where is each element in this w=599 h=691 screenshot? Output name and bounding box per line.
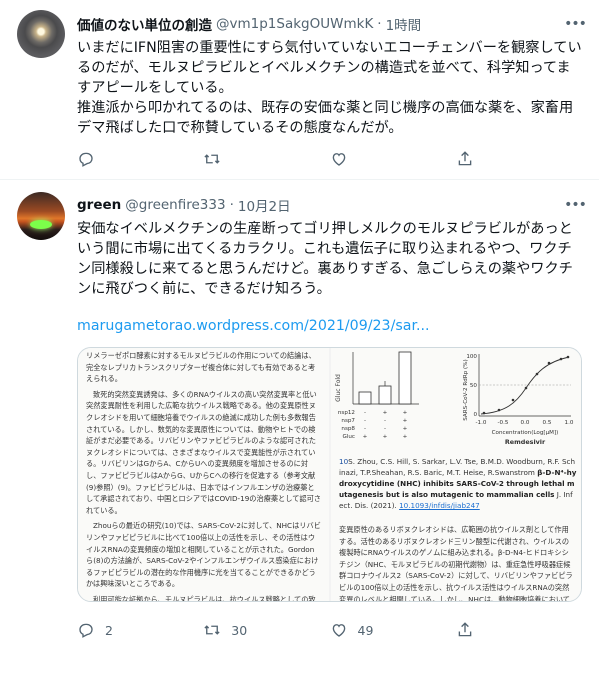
bar-row-sign: + [403, 434, 408, 440]
curve-ytick: 50 [470, 383, 478, 389]
curve-point [559, 357, 563, 361]
retweet-button[interactable] [203, 150, 329, 168]
article-paragraph: 致死的突然変異誘発は、多くのRNAウイルスの高い突然変異率と低い突然変異耐性を利… [86, 389, 321, 515]
curve-xtick: 1.0 [565, 420, 574, 426]
like-count: 49 [357, 622, 374, 638]
share-button[interactable] [456, 621, 582, 639]
like-button[interactable] [330, 150, 456, 168]
article-paragraph: リメラーゼポロ酵素に対するモルヌピラビルの作用についての結論は、完全なレプリカト… [86, 351, 316, 384]
separator-dot: · [229, 197, 234, 213]
curve-xtick: 0.0 [521, 420, 530, 426]
bar-row-label: Gluc [342, 434, 355, 440]
bar-row-sign: + [403, 418, 408, 424]
separator-dot: · [377, 16, 382, 32]
article-text-right: 変異原性のあるリボヌクレオシドは、広範囲の抗ウイルス剤として作用する。活性のある… [339, 524, 575, 602]
curve-point [511, 398, 515, 402]
display-name[interactable]: 価値のない単位の創造 [77, 14, 212, 34]
tweet-paragraph: 安価なイベルメクチンの生産断ってゴリ押しメルクのモルヌピラビルがあっという間に市… [77, 221, 573, 297]
share-icon [458, 622, 472, 637]
bar-row-sign: + [363, 434, 368, 440]
share-button[interactable] [456, 150, 582, 168]
reply-count: 2 [105, 622, 113, 638]
bar-figure-ylabel: Gluc Fold [335, 374, 342, 402]
bar-row-sign: + [403, 410, 408, 416]
reply-icon [79, 623, 93, 638]
reply-button[interactable]: 2 [77, 621, 203, 639]
heart-icon [332, 153, 345, 166]
heart-icon [332, 624, 345, 637]
user-handle[interactable]: @vm1p1SakgOUWmkK [216, 16, 373, 32]
bar-row-sign: + [383, 410, 388, 416]
article-reference: 10S. Zhou, C.S. Hill, S. Sarkar, L.V. Ts… [339, 456, 577, 511]
avatar-sun-glow [30, 220, 52, 229]
curve-ytick: 0 [473, 412, 477, 418]
article-paragraph: 変異原性のあるリボヌクレオシドは、広範囲の抗ウイルス剤として作用する。活性のある… [339, 525, 573, 602]
reply-icon [79, 152, 93, 167]
bar-row-label: nsp7 [341, 418, 355, 424]
dose-response-curve [480, 356, 570, 415]
retweet-icon [204, 625, 220, 635]
avatar[interactable] [17, 192, 65, 240]
bar-row-sign: - [364, 410, 366, 416]
more-options-icon[interactable]: ••• [564, 195, 587, 215]
bar-row-label: nsp12 [338, 410, 355, 416]
curve-point [524, 386, 528, 390]
bar-row-sign: + [403, 426, 408, 432]
curve-title: Remdesivir [505, 438, 546, 446]
curve-point [497, 408, 501, 412]
curve-xtick: -1.0 [476, 420, 487, 426]
tweet-paragraph: 推進派から叩かれてるのは、既存の安価な薬と同じ機序の高価な薬を、家畜用デマ飛ばし… [77, 100, 574, 136]
curve-point [566, 355, 570, 359]
curve-ylabel: SARS-CoV-2 RdRp (%) [463, 359, 469, 420]
tweet-paragraph: いまだにIFN阻害の重要性にすら気付いていないエコーチェンバーを観察しているのだ… [77, 40, 582, 96]
bar-row-sign: - [364, 426, 366, 432]
user-handle[interactable]: @greenfire333 [125, 197, 225, 213]
reply-button[interactable] [77, 150, 203, 168]
reference-number: 10 [339, 457, 349, 466]
article-text-left: リメラーゼポロ酵素に対するモルヌピラビルの作用についての結論は、完全なレプリカト… [86, 350, 321, 602]
curve-point [535, 372, 539, 376]
avatar[interactable] [17, 10, 65, 58]
timestamp[interactable]: 10月2日 [238, 195, 291, 215]
display-name[interactable]: green [77, 197, 121, 213]
timestamp[interactable]: 1時間 [386, 14, 422, 34]
tweet[interactable]: green @greenfire333 · 10月2日 ••• 安価なイベルメク… [0, 181, 599, 691]
article-page-left: リメラーゼポロ酵素に対するモルヌピラビルの作用についての結論は、完全なレプリカト… [78, 348, 329, 602]
tweet-header: 価値のない単位の創造 @vm1p1SakgOUWmkK · 1時間 [77, 14, 421, 34]
curve-xlabel: Concentration(Log[μM]) [492, 430, 559, 436]
curve-point [547, 361, 551, 365]
article-page-right: Gluc Fold nsp12- + + nsp7- - + nsp8- - + Gluc + + + … [331, 348, 581, 602]
bar-row-sign: - [384, 418, 386, 424]
curve-point [482, 411, 486, 415]
tweet-text: いまだにIFN阻害の重要性にすら気付いていないエコーチェンバーを観察しているのだ… [77, 38, 582, 138]
article-figures: Gluc Fold nsp12- + +nsp7- - +nsp8- - +Gluc + + + … [335, 351, 574, 446]
curve-xtick: -0.5 [498, 420, 509, 426]
reference-doi: 10.1093/infdis/jiab247 [399, 501, 480, 510]
tweet-actions: 2 30 49 [77, 618, 582, 642]
tweet-text: 安価なイベルメクチンの生産断ってゴリ押しメルクのモルヌピラビルがあっという間に市… [77, 219, 582, 299]
tweet-actions [77, 147, 582, 171]
like-button[interactable]: 49 [330, 621, 456, 639]
more-options-icon[interactable]: ••• [564, 14, 587, 34]
article-paragraph: 利用可能な証拠から、モルヌピラビルは、抗ウイルス戦略としての致死的突然変異誘発の… [93, 594, 316, 602]
tweet-link[interactable]: marugametorao.wordpress.com/2021/09/23/s… [77, 318, 430, 334]
tweet-header: green @greenfire333 · 10月2日 [77, 195, 291, 215]
bar-row-sign: - [384, 426, 386, 432]
media-image[interactable]: リメラーゼポロ酵素に対するモルヌピラビルの作用についての結論は、完全なレプリカト… [77, 347, 582, 602]
retweet-count: 30 [231, 622, 248, 638]
curve-ytick: 100 [466, 354, 477, 360]
bar [398, 351, 412, 405]
bar-row-label: nsp8 [341, 426, 355, 432]
bar [378, 385, 392, 405]
bar-row-sign: - [364, 418, 366, 424]
retweet-icon [204, 154, 220, 164]
tweet[interactable]: 価値のない単位の創造 @vm1p1SakgOUWmkK · 1時間 ••• いま… [0, 0, 599, 180]
share-icon [458, 151, 472, 166]
article-paragraph: Zhouらの最近の研究(10)では、SARS-CoV-2に対して、NHCはリバビ… [86, 521, 321, 589]
bar-row-sign: + [383, 434, 388, 440]
curve-xtick: 0.5 [543, 420, 552, 426]
retweet-button[interactable]: 30 [203, 621, 329, 639]
bar [358, 391, 372, 405]
